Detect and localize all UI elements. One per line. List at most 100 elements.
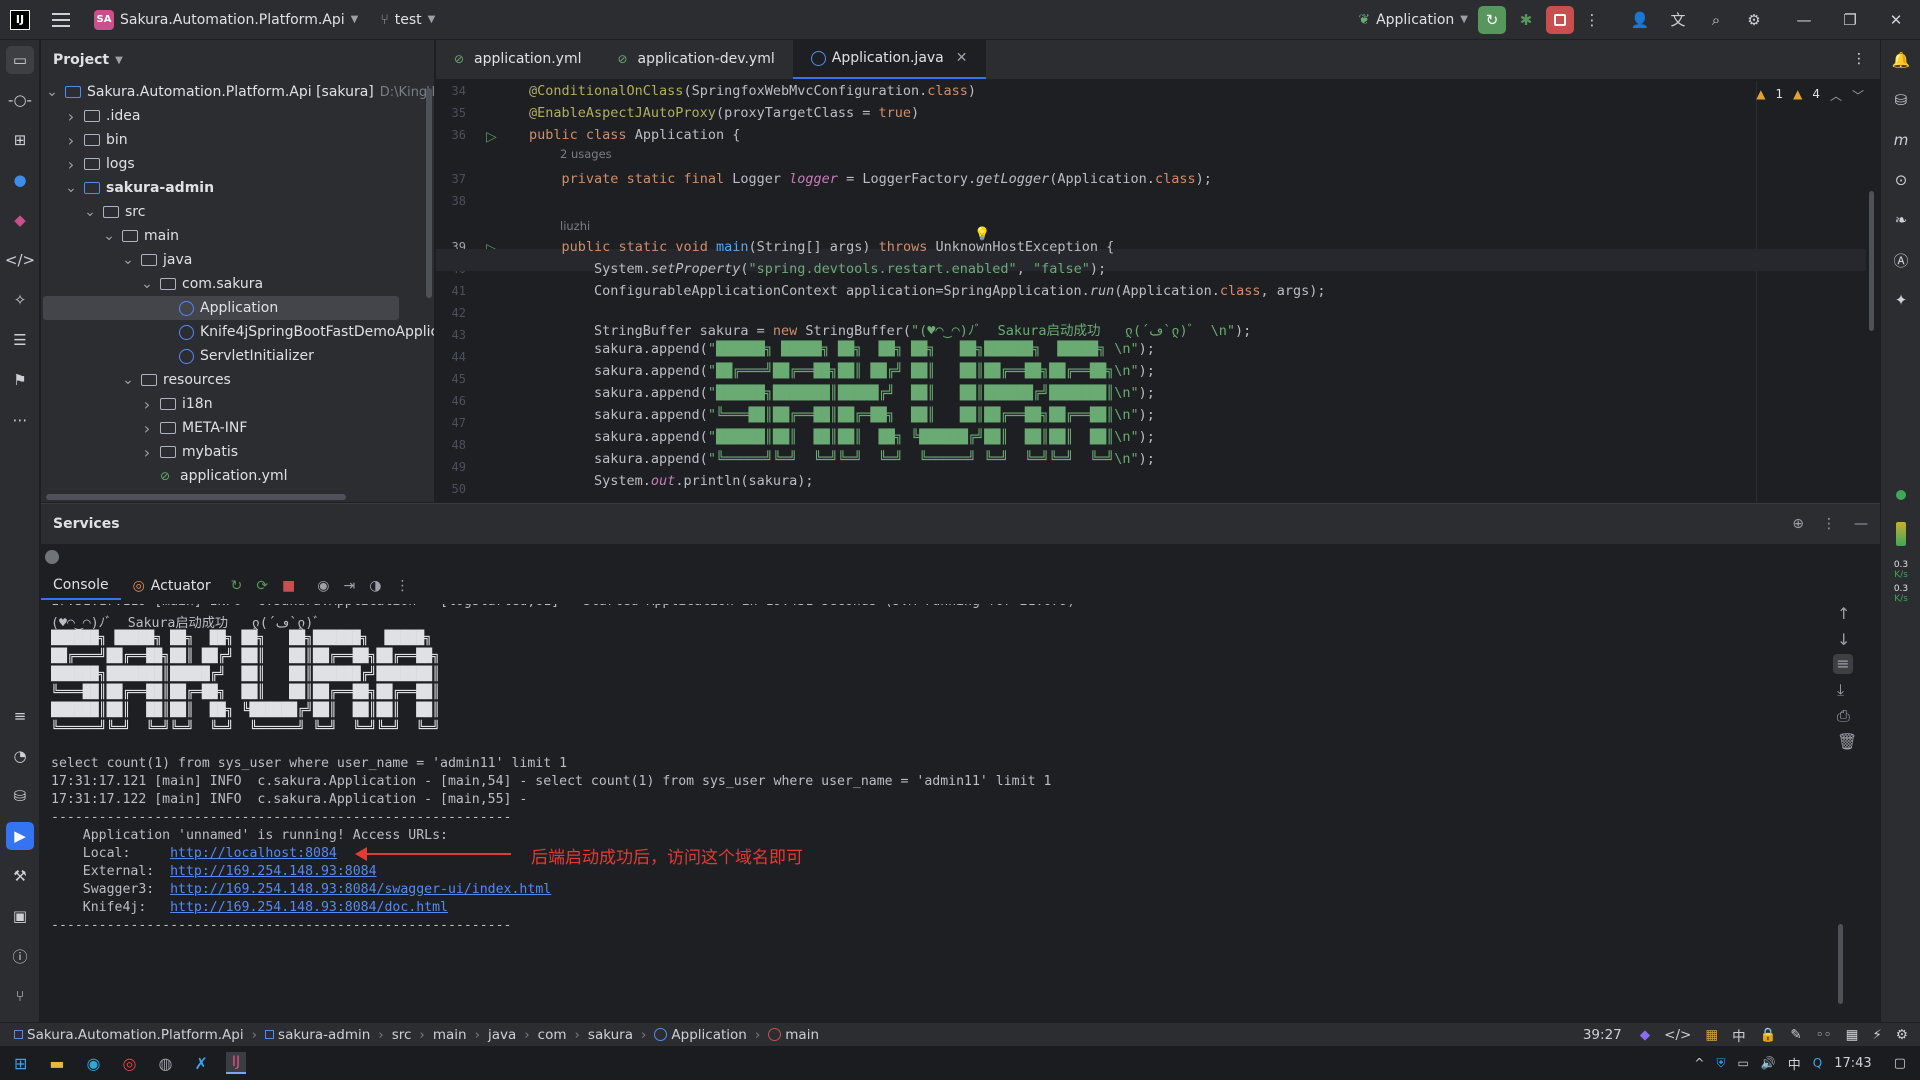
- tree-item[interactable]: Knife4jSpringBootFastDemoApplication: [159, 320, 434, 344]
- tree-item[interactable]: ⌄ java: [121, 248, 192, 272]
- sparkle-icon[interactable]: ✦: [1887, 286, 1915, 314]
- breadcrumb-item[interactable]: main: [433, 1027, 467, 1043]
- vertical-scrollbar[interactable]: [426, 88, 432, 298]
- encoding-icon[interactable]: ◦◦: [1816, 1027, 1832, 1043]
- more-tools-icon[interactable]: ⋯: [6, 406, 34, 434]
- gradle-icon[interactable]: ⊙: [1887, 166, 1915, 194]
- stop-icon[interactable]: ■: [282, 578, 295, 594]
- scroll-down-icon[interactable]: ↓: [1837, 630, 1850, 649]
- app-icon[interactable]: ◍: [158, 1054, 172, 1073]
- tab-application-yml[interactable]: ⊘ application.yml: [436, 39, 600, 79]
- settings-gear-icon[interactable]: ⚙: [1740, 6, 1768, 34]
- chevron-down-icon[interactable]: ⌄: [121, 372, 135, 388]
- network-icon[interactable]: ▭: [1737, 1056, 1748, 1070]
- hide-panel-icon[interactable]: —: [1854, 516, 1868, 532]
- url-link[interactable]: http://169.254.148.93:8084/doc.html: [170, 900, 448, 915]
- chevron-down-icon[interactable]: ⌄: [64, 180, 78, 196]
- exit-icon[interactable]: ⇥: [344, 578, 356, 594]
- usages-hint[interactable]: 2 usages: [560, 147, 612, 161]
- split-icon[interactable]: ⚡: [1872, 1027, 1881, 1043]
- bookmarks-tool-icon[interactable]: ⚑: [6, 366, 34, 394]
- pencil-icon[interactable]: ✎: [1790, 1027, 1801, 1043]
- keyboard-icon[interactable]: ▦: [1846, 1027, 1859, 1043]
- rerun-button[interactable]: ↻: [1478, 5, 1506, 34]
- author-hint[interactable]: liuzhi: [560, 219, 590, 233]
- run-config-selector[interactable]: ❦ Application ▼: [1358, 12, 1468, 28]
- chevron-down-icon[interactable]: ⌄: [140, 276, 154, 292]
- breadcrumb-item[interactable]: src: [392, 1027, 412, 1043]
- code-editor[interactable]: 3435363738394041424344454647484950▷▷ ▲1 …: [436, 81, 1880, 502]
- breadcrumb-item[interactable]: main: [785, 1027, 819, 1043]
- database-icon[interactable]: ⛁: [1887, 86, 1915, 114]
- tree-item[interactable]: › logs: [64, 152, 135, 176]
- tab-actuator[interactable]: ◎ Actuator: [121, 572, 223, 600]
- settings-status-icon[interactable]: ⚙: [1896, 1027, 1908, 1043]
- url-link[interactable]: http://169.254.148.93:8084: [170, 864, 376, 879]
- project-panel-header[interactable]: Project ▼: [41, 40, 434, 80]
- defender-icon[interactable]: ⛨: [1716, 1056, 1725, 1071]
- breadcrumb-item[interactable]: java: [488, 1027, 516, 1043]
- ai-assistant-icon[interactable]: Ⓐ: [1887, 246, 1915, 274]
- breadcrumb-item[interactable]: com: [538, 1027, 567, 1043]
- chevron-down-icon[interactable]: ⌄: [102, 228, 116, 244]
- chevron-right-icon[interactable]: ›: [140, 395, 154, 414]
- screenshot-icon[interactable]: ◉: [317, 578, 329, 594]
- chrome-icon[interactable]: ◎: [123, 1054, 137, 1073]
- code-status-icon[interactable]: </>: [1664, 1027, 1691, 1043]
- more-icon[interactable]: ⋮: [395, 578, 409, 594]
- more-options-icon[interactable]: ⋮: [1822, 516, 1836, 532]
- tree-item[interactable]: ⌄ sakura-admin: [64, 176, 214, 200]
- mybatis-tool-icon[interactable]: ✧: [6, 286, 34, 314]
- chevron-down-icon[interactable]: ⌄: [83, 204, 97, 220]
- project-tool-icon[interactable]: ▭: [6, 46, 34, 74]
- caret-position[interactable]: 39:27: [1583, 1027, 1622, 1043]
- run-gutter-icon[interactable]: ▷: [486, 129, 497, 145]
- git-tool-icon[interactable]: ⑂: [6, 982, 34, 1010]
- minimize-button[interactable]: —: [1790, 6, 1818, 34]
- memory-icon[interactable]: ◑: [369, 578, 381, 594]
- breadcrumb-item[interactable]: sakura-admin: [278, 1027, 370, 1043]
- terminal-tool-icon[interactable]: ▣: [6, 902, 34, 930]
- plugin-ai-icon[interactable]: ◆: [6, 206, 34, 234]
- branch-selector[interactable]: ⑂ test ▼: [380, 12, 435, 28]
- clock[interactable]: 17:43: [1834, 1056, 1871, 1071]
- volume-icon[interactable]: 🔊: [1761, 1056, 1776, 1070]
- ime-status[interactable]: 中: [1732, 1025, 1746, 1045]
- tree-item[interactable]: ⌄ com.sakura: [140, 272, 263, 296]
- maven-icon[interactable]: m: [1887, 126, 1915, 154]
- tree-item[interactable]: › bin: [64, 128, 128, 152]
- console-scrollbar[interactable]: [1838, 924, 1843, 1004]
- tree-item[interactable]: ⌄ src: [83, 200, 145, 224]
- chevron-down-icon[interactable]: ﹀: [1852, 87, 1864, 104]
- soft-wrap-icon[interactable]: ≡: [1833, 654, 1853, 674]
- code-with-me-icon[interactable]: 👤: [1626, 6, 1654, 34]
- todo-list-icon[interactable]: ≡: [6, 702, 34, 730]
- main-menu-icon[interactable]: [52, 12, 70, 27]
- build-tool-icon[interactable]: ⚒: [6, 862, 34, 890]
- breadcrumb-item[interactable]: Application: [671, 1027, 746, 1043]
- readonly-icon[interactable]: 🔒: [1760, 1027, 1777, 1043]
- tree-item[interactable]: ⌄ resources: [121, 368, 231, 392]
- problems-tool-icon[interactable]: ⓘ: [6, 942, 34, 970]
- structure-tool-icon[interactable]: ⊞: [6, 126, 34, 154]
- url-link[interactable]: http://169.254.148.93:8084/swagger-ui/in…: [170, 882, 551, 897]
- vscode-icon[interactable]: ✗: [194, 1054, 207, 1073]
- tree-item[interactable]: › .idea: [64, 104, 141, 128]
- translate-icon[interactable]: 文: [1664, 6, 1692, 34]
- stop-button[interactable]: [1546, 5, 1574, 34]
- lightbulb-icon[interactable]: 💡: [974, 227, 990, 242]
- tree-item[interactable]: › mybatis: [140, 440, 238, 464]
- chevron-right-icon[interactable]: ›: [140, 419, 154, 438]
- horizontal-scrollbar[interactable]: [46, 494, 346, 500]
- console-output[interactable]: 17:31:17.119 [main] INFO c.sakura.Applic…: [51, 604, 1831, 1044]
- tree-item[interactable]: ⌄ main: [102, 224, 179, 248]
- tree-item[interactable]: ⊘ application.yml: [140, 464, 288, 488]
- print-icon[interactable]: ⎙: [1837, 706, 1850, 726]
- leaf-icon[interactable]: ❧: [1887, 206, 1915, 234]
- rerun-icon[interactable]: ↻: [231, 578, 243, 594]
- maximize-button[interactable]: ❐: [1836, 6, 1864, 34]
- search-icon[interactable]: ⌕: [1702, 6, 1730, 34]
- tray-chevron-icon[interactable]: ^: [1694, 1056, 1704, 1070]
- more-actions-icon[interactable]: ⋮: [1578, 6, 1606, 34]
- restart-icon[interactable]: ⟳: [256, 578, 268, 594]
